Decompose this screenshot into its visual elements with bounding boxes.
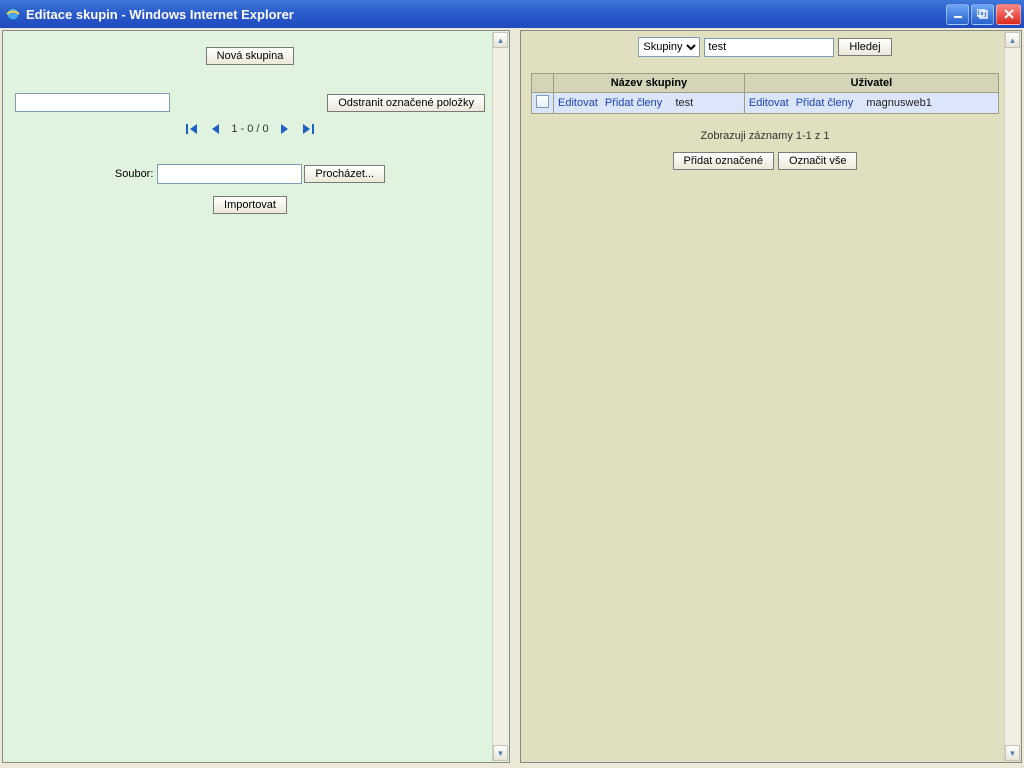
add-members-user-link[interactable]: Přidat členy (796, 97, 853, 109)
new-group-button[interactable]: Nová skupina (206, 47, 295, 65)
search-button[interactable]: Hledej (838, 38, 891, 56)
scroll-track[interactable] (493, 48, 508, 745)
pager-next-icon[interactable] (279, 122, 291, 136)
search-type-select[interactable]: Skupiny (638, 37, 700, 57)
add-members-link[interactable]: Přidat členy (605, 97, 662, 109)
browse-button[interactable]: Procházet... (304, 165, 385, 183)
scroll-track[interactable] (1005, 48, 1020, 745)
left-scrollbar[interactable]: ▲ ▼ (492, 32, 508, 761)
user-name-cell: magnusweb1 (866, 97, 931, 109)
table-row: Editovat Přidat členy test Editovat Přid… (532, 93, 999, 114)
file-path-input[interactable] (157, 164, 302, 184)
edit-user-link[interactable]: Editovat (749, 97, 789, 109)
mark-all-button[interactable]: Označit vše (778, 152, 857, 170)
pager-prev-icon[interactable] (209, 122, 221, 136)
edit-group-link[interactable]: Editovat (558, 97, 598, 109)
scroll-down-icon[interactable]: ▼ (493, 745, 508, 761)
row-checkbox[interactable] (536, 95, 549, 108)
scroll-down-icon[interactable]: ▼ (1005, 745, 1020, 761)
right-pane: Skupiny Hledej Název skupiny Uživatel (520, 30, 1022, 763)
file-label: Soubor: (115, 168, 154, 180)
left-pane: Nová skupina Odstranit označené položky … (2, 30, 510, 763)
add-marked-button[interactable]: Přidat označené (673, 152, 775, 170)
import-button[interactable]: Importovat (213, 196, 287, 214)
pager-info: 1 - 0 / 0 (231, 123, 268, 135)
search-input[interactable] (704, 38, 834, 57)
status-text: Zobrazuji záznamy 1-1 z 1 (531, 130, 999, 142)
pager-first-icon[interactable] (185, 122, 199, 136)
results-table: Název skupiny Uživatel Editovat Přidat č… (531, 73, 999, 114)
group-name-input[interactable] (15, 93, 170, 112)
col-checkbox (532, 74, 554, 93)
main-panes: Nová skupina Odstranit označené položky … (0, 28, 1024, 768)
maximize-button[interactable] (971, 4, 994, 25)
col-user: Uživatel (744, 74, 998, 93)
delete-marked-button[interactable]: Odstranit označené položky (327, 94, 485, 112)
window-title: Editace skupin - Windows Internet Explor… (26, 7, 944, 22)
minimize-button[interactable] (946, 4, 969, 25)
col-group-name: Název skupiny (554, 74, 745, 93)
ie-icon (5, 6, 21, 22)
pager-last-icon[interactable] (301, 122, 315, 136)
close-button[interactable] (996, 4, 1021, 25)
scroll-up-icon[interactable]: ▲ (1005, 32, 1020, 48)
window-titlebar: Editace skupin - Windows Internet Explor… (0, 0, 1024, 28)
right-scrollbar[interactable]: ▲ ▼ (1004, 32, 1020, 761)
group-name-cell: test (675, 97, 693, 109)
scroll-up-icon[interactable]: ▲ (493, 32, 508, 48)
pager: 1 - 0 / 0 (15, 122, 485, 136)
